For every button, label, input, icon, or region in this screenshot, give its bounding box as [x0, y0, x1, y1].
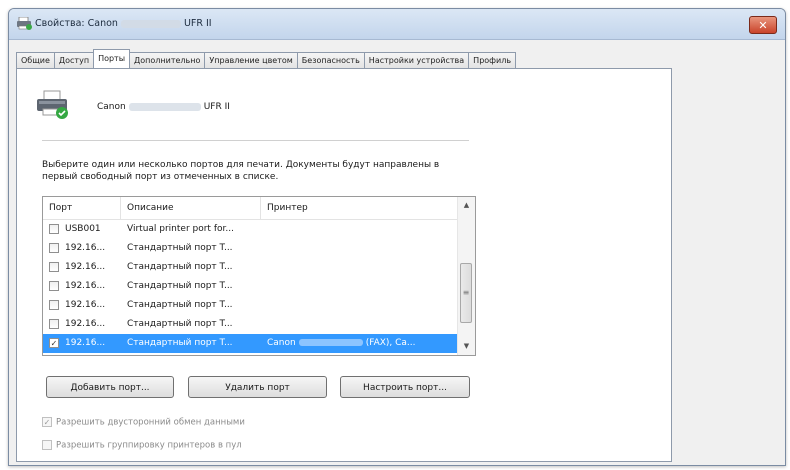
- window-title: Свойства: Canon UFR II: [35, 18, 212, 29]
- port-name: 192.16...: [65, 319, 106, 329]
- bidirectional-label: Разрешить двусторонний обмен данными: [56, 417, 245, 428]
- port-row[interactable]: 192.16... Стандартный порт T...: [43, 296, 457, 315]
- port-description: Virtual printer port for...: [127, 224, 234, 234]
- separator-line: [42, 140, 469, 141]
- delete-port-button[interactable]: Удалить порт: [188, 376, 327, 398]
- printer-name-prefix: Canon: [97, 102, 126, 112]
- port-name: 192.16...: [65, 300, 106, 310]
- ports-list-scrollbar[interactable]: ▲ ≡ ▼: [457, 197, 475, 355]
- tab-ports[interactable]: Порты: [93, 49, 131, 68]
- redacted-printer-model: [298, 339, 363, 346]
- tab-security[interactable]: Безопасность: [296, 52, 364, 68]
- port-name: 192.16...: [65, 262, 106, 272]
- tab-device-settings[interactable]: Настройки устройства: [363, 52, 469, 68]
- port-row[interactable]: 192.16... Стандартный порт T...: [43, 315, 457, 334]
- ports-list[interactable]: Порт Описание Принтер USB001 Virtual pri…: [42, 196, 476, 356]
- port-checkbox[interactable]: [49, 262, 59, 272]
- port-row[interactable]: 192.16... Стандартный порт T...: [43, 277, 457, 296]
- bidirectional-checkbox[interactable]: ✓: [42, 417, 52, 427]
- port-name: 192.16...: [65, 243, 106, 253]
- bidirectional-option[interactable]: ✓ Разрешить двусторонний обмен данными: [42, 417, 245, 428]
- port-name: USB001: [65, 224, 101, 234]
- port-description: Стандартный порт T...: [127, 300, 233, 310]
- redacted-model-name: [120, 19, 181, 28]
- printer-pooling-checkbox[interactable]: [42, 440, 52, 450]
- port-name: 192.16...: [65, 338, 106, 348]
- scroll-thumb[interactable]: ≡: [460, 263, 472, 323]
- port-description: Стандартный порт T...: [127, 281, 233, 291]
- column-header-printer[interactable]: Принтер: [261, 197, 457, 219]
- instructions-text: Выберите один или несколько портов для п…: [42, 160, 440, 182]
- ports-tab-panel: Canon UFR II Выберите один или несколько …: [16, 68, 672, 462]
- port-printer-prefix: Canon: [267, 338, 296, 348]
- port-checkbox-checked[interactable]: ✓: [49, 338, 59, 348]
- port-checkbox[interactable]: [49, 281, 59, 291]
- configure-port-button[interactable]: Настроить порт...: [340, 376, 470, 398]
- port-name: 192.16...: [65, 281, 106, 291]
- port-printer-suffix: (FAX), Ca...: [365, 338, 416, 348]
- window-title-prefix: Свойства: Canon: [35, 18, 118, 29]
- tab-advanced[interactable]: Дополнительно: [130, 52, 205, 68]
- scroll-up-icon[interactable]: ▲: [458, 197, 475, 214]
- port-checkbox[interactable]: [49, 319, 59, 329]
- tab-strip: Общие Доступ Порты Дополнительно Управле…: [16, 49, 517, 69]
- window-title-suffix: UFR II: [183, 18, 212, 29]
- printer-pooling-option[interactable]: Разрешить группировку принтеров в пул: [42, 440, 242, 451]
- port-row[interactable]: 192.16... Стандартный порт T...: [43, 239, 457, 258]
- ports-list-header: Порт Описание Принтер: [43, 197, 457, 220]
- port-description: Стандартный порт T...: [127, 319, 233, 329]
- printer-name: Canon UFR II: [97, 102, 230, 112]
- port-row-selected[interactable]: ✓ 192.16... Стандартный порт T... Canon (…: [43, 334, 457, 353]
- tab-color-management[interactable]: Управление цветом: [204, 52, 297, 68]
- title-bar[interactable]: Свойства: Canon UFR II ✕: [9, 9, 785, 40]
- port-checkbox[interactable]: [49, 243, 59, 253]
- printer-pooling-label: Разрешить группировку принтеров в пул: [56, 440, 242, 451]
- port-description: Стандартный порт T...: [127, 338, 233, 348]
- port-checkbox[interactable]: [49, 224, 59, 234]
- column-header-description[interactable]: Описание: [121, 197, 261, 219]
- port-row[interactable]: 192.16... Стандартный порт T...: [43, 258, 457, 277]
- printer-name-suffix: UFR II: [203, 102, 230, 112]
- port-checkbox[interactable]: [49, 300, 59, 310]
- close-button[interactable]: ✕: [749, 16, 777, 34]
- port-description: Стандартный порт T...: [127, 262, 233, 272]
- printer-properties-window: Свойства: Canon UFR II ✕ Общие Доступ Пор…: [8, 8, 786, 466]
- port-description: Стандартный порт T...: [127, 243, 233, 253]
- scroll-down-icon[interactable]: ▼: [458, 338, 475, 355]
- column-header-port[interactable]: Порт: [43, 197, 121, 219]
- tab-general[interactable]: Общие: [16, 52, 54, 68]
- close-icon: ✕: [758, 18, 768, 32]
- tab-sharing[interactable]: Доступ: [53, 52, 94, 68]
- add-port-button[interactable]: Добавить порт...: [46, 376, 174, 398]
- port-printer: Canon (FAX), Ca...: [267, 334, 457, 353]
- tab-profile[interactable]: Профиль: [468, 52, 517, 68]
- printer-properties-icon: [17, 17, 32, 30]
- port-row[interactable]: USB001 Virtual printer port for...: [43, 220, 457, 239]
- redacted-printer-model: [128, 102, 201, 111]
- printer-icon: [37, 90, 68, 119]
